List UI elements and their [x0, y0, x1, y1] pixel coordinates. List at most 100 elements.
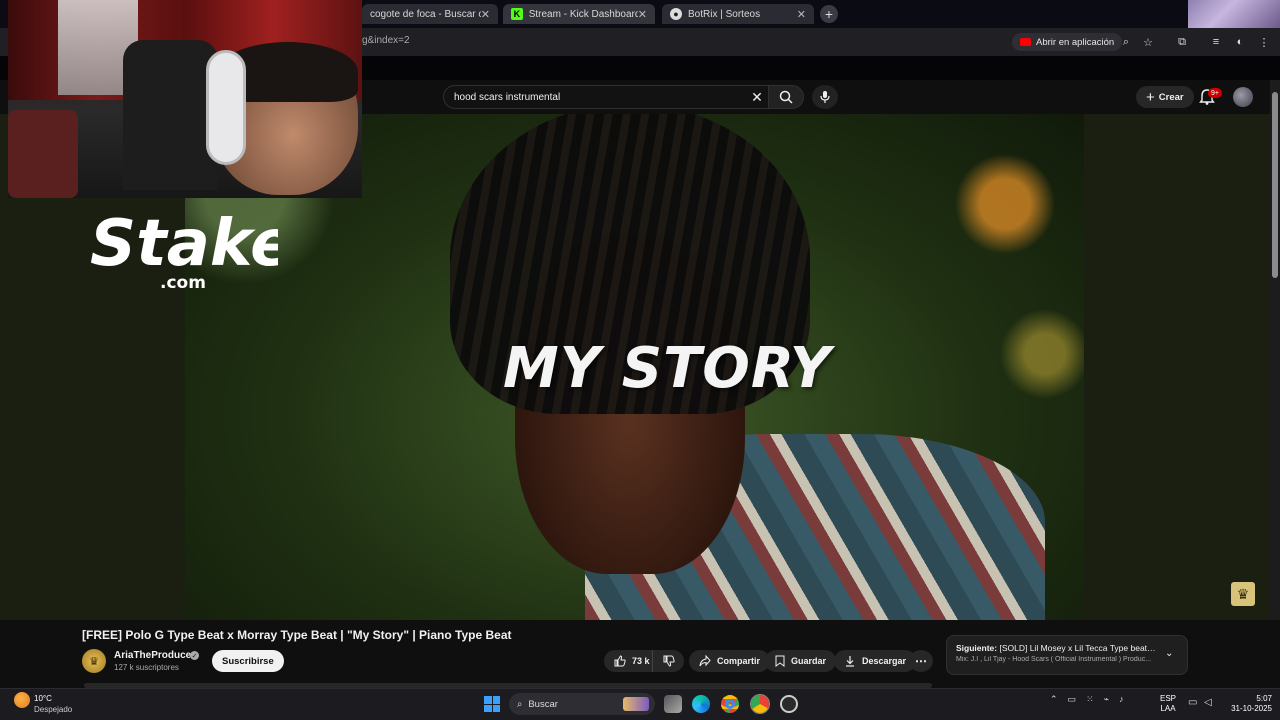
create-label: Crear [1158, 91, 1184, 103]
battery-icon[interactable]: ▭ [1068, 694, 1077, 705]
start-tile [484, 696, 492, 704]
youtube-icon [1020, 38, 1031, 46]
language-indicator[interactable]: ESP LAA [1160, 694, 1176, 714]
search-button[interactable] [768, 85, 804, 109]
search-input[interactable]: hood scars instrumental [443, 85, 773, 109]
close-icon[interactable]: ✕ [638, 8, 647, 21]
stake-logo-sub: .com [160, 273, 206, 293]
bookmark-icon [775, 655, 785, 667]
like-count: 73 k [632, 656, 650, 666]
subscriber-count: 127 k suscriptores [114, 663, 179, 672]
voice-search-button[interactable] [812, 85, 838, 109]
taskbar-search-label: Buscar [528, 698, 558, 710]
microphone-icon [820, 91, 830, 103]
search-icon [779, 90, 793, 104]
kick-icon: K [511, 8, 523, 20]
chevron-down-icon[interactable]: ⌄ [1165, 648, 1173, 659]
clear-search-icon[interactable]: ✕ [748, 88, 766, 106]
open-app-label: Abrir en aplicación [1036, 36, 1115, 48]
tab-title: BotRix | Sorteos [688, 8, 761, 20]
scrollbar-thumb[interactable] [1272, 92, 1278, 278]
like-button[interactable]: 73 k [604, 650, 658, 672]
up-next-card[interactable] [946, 635, 1188, 675]
network-icon[interactable]: ⌁ [1104, 694, 1109, 705]
close-icon[interactable]: ✕ [481, 8, 490, 21]
save-label: Guardar [791, 656, 827, 666]
clock[interactable]: 5:07 31-10-2025 [1224, 694, 1272, 714]
share-button[interactable]: Compartir [689, 650, 771, 672]
chrome-icon[interactable] [721, 695, 739, 713]
browser-menu-icon[interactable]: ⋮ [1256, 34, 1272, 50]
thumbs-up-icon [614, 655, 626, 667]
extensions-icon[interactable]: ⧉ [1174, 34, 1190, 50]
taskbar-search[interactable]: ⌕ Buscar [509, 693, 655, 715]
verified-icon: ✓ [190, 651, 199, 660]
up-next-title: Siguiente: [SOLD] Lil Mosey x Lil Tecca … [956, 643, 1156, 653]
download-label: Descargar [862, 656, 907, 666]
share-label: Compartir [717, 656, 761, 666]
display-icon[interactable]: ▭ [1188, 697, 1197, 708]
thumbs-down-icon [663, 655, 675, 667]
start-tile [492, 696, 500, 704]
zoom-icon[interactable]: ⌕ [1118, 34, 1134, 50]
create-button[interactable]: + Crear [1136, 86, 1194, 108]
clock-date: 31-10-2025 [1231, 704, 1272, 713]
obs-icon[interactable] [780, 695, 798, 713]
channel-watermark-icon[interactable]: ♛ [1231, 582, 1255, 606]
task-view-icon[interactable] [664, 695, 682, 713]
channel-avatar[interactable]: ♛ [82, 649, 106, 673]
stake-logo: Stake .com [90, 207, 278, 293]
up-next-video-title: [SOLD] Lil Mosey x Lil Tecca Type beat "… [999, 643, 1156, 653]
save-button[interactable]: Guardar [765, 650, 837, 672]
download-button[interactable]: Descargar [834, 650, 917, 672]
volume-icon[interactable]: ◁ [1204, 697, 1212, 708]
chrome-active-icon[interactable] [750, 694, 770, 714]
system-tray: ⌃ ▭ ⁙ ⌁ ♪ [1050, 694, 1124, 705]
dislike-button[interactable] [652, 650, 684, 672]
media-icon[interactable]: ≡ [1208, 34, 1224, 50]
tab-title: cogote de foca - Buscar con G [370, 8, 481, 20]
up-next-label: Siguiente: [956, 643, 998, 653]
search-highlight-image [623, 697, 649, 711]
language-line: ESP [1160, 694, 1177, 703]
bookmark-star-icon[interactable]: ☆ [1140, 34, 1156, 50]
botrix-icon: ● [670, 8, 682, 20]
channel-name[interactable]: AriaTheProducer [114, 650, 195, 661]
webcam-overlay [8, 0, 362, 198]
tab-kick-dashboard[interactable]: K Stream - Kick Dashboard ✕ [503, 4, 655, 24]
corner-wallpaper [1188, 0, 1280, 28]
profile-icon[interactable]: ◐ [1232, 34, 1248, 50]
tab-google-search[interactable]: cogote de foca - Buscar con G ✕ [362, 4, 498, 24]
avatar[interactable] [1233, 87, 1253, 107]
video-title: [FREE] Polo G Type Beat x Morray Type Be… [82, 628, 512, 642]
apps-grid-icon[interactable]: ⁙ [1086, 694, 1094, 705]
up-next-subtitle: Mix: J.I , Lil Tjay - Hood Scars ( Offic… [956, 656, 1152, 663]
language-line: LAA [1160, 704, 1176, 713]
start-tile [492, 704, 500, 712]
open-in-app-button[interactable]: Abrir en aplicación [1012, 33, 1123, 51]
tab-botrix[interactable]: ● BotRix | Sorteos ✕ [662, 4, 814, 24]
chevron-up-icon[interactable]: ⌃ [1050, 694, 1058, 705]
notifications-badge: 9+ [1208, 88, 1222, 98]
more-options-button[interactable]: ⋯ [909, 650, 933, 672]
subscribe-button[interactable]: Suscribirse [212, 650, 284, 672]
weather-temperature[interactable]: 10°C [34, 694, 52, 703]
start-tile [484, 704, 492, 712]
share-icon [699, 655, 711, 667]
stake-logo-main: Stake [90, 207, 278, 281]
close-icon[interactable]: ✕ [797, 8, 806, 21]
plus-icon: + [1146, 88, 1155, 106]
windows-start-button[interactable] [484, 696, 500, 712]
search-icon: ⌕ [517, 698, 523, 710]
webcam-sofa [8, 110, 78, 198]
new-tab-button[interactable]: + [820, 5, 838, 23]
video-overlay-title: MY STORY [503, 336, 832, 401]
weather-icon[interactable] [14, 692, 30, 708]
webcam-gaming-chair [123, 40, 218, 190]
edge-icon[interactable] [692, 695, 710, 713]
weather-description[interactable]: Despejado [34, 705, 72, 714]
microphone-icon[interactable]: ♪ [1119, 694, 1124, 705]
download-icon [846, 656, 854, 667]
url-text[interactable]: g&index=2 [362, 35, 410, 46]
clock-time: 5:07 [1256, 694, 1272, 703]
